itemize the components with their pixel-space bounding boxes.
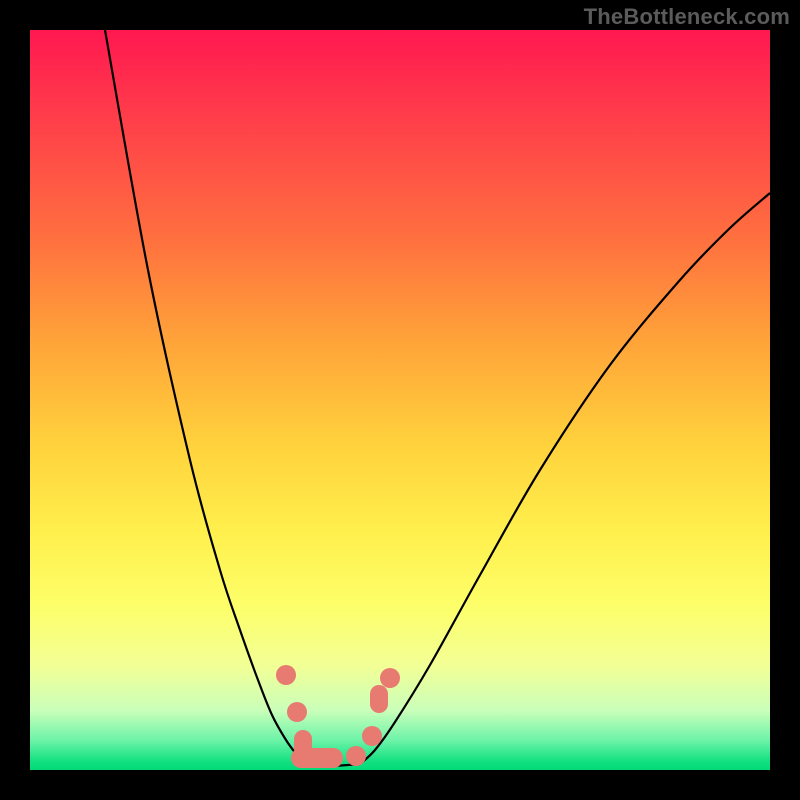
plot-area (30, 30, 770, 770)
data-marker (370, 685, 388, 713)
curve-right (360, 193, 770, 764)
watermark-text: TheBottleneck.com (584, 4, 790, 30)
curve-layer (30, 30, 770, 770)
data-marker (380, 668, 400, 688)
chart-frame: TheBottleneck.com (0, 0, 800, 800)
curve-left (105, 30, 305, 764)
marker-group (276, 665, 400, 768)
data-marker (362, 726, 382, 746)
data-marker (346, 746, 366, 766)
data-marker (276, 665, 296, 685)
data-marker (291, 748, 343, 768)
data-marker (287, 702, 307, 722)
